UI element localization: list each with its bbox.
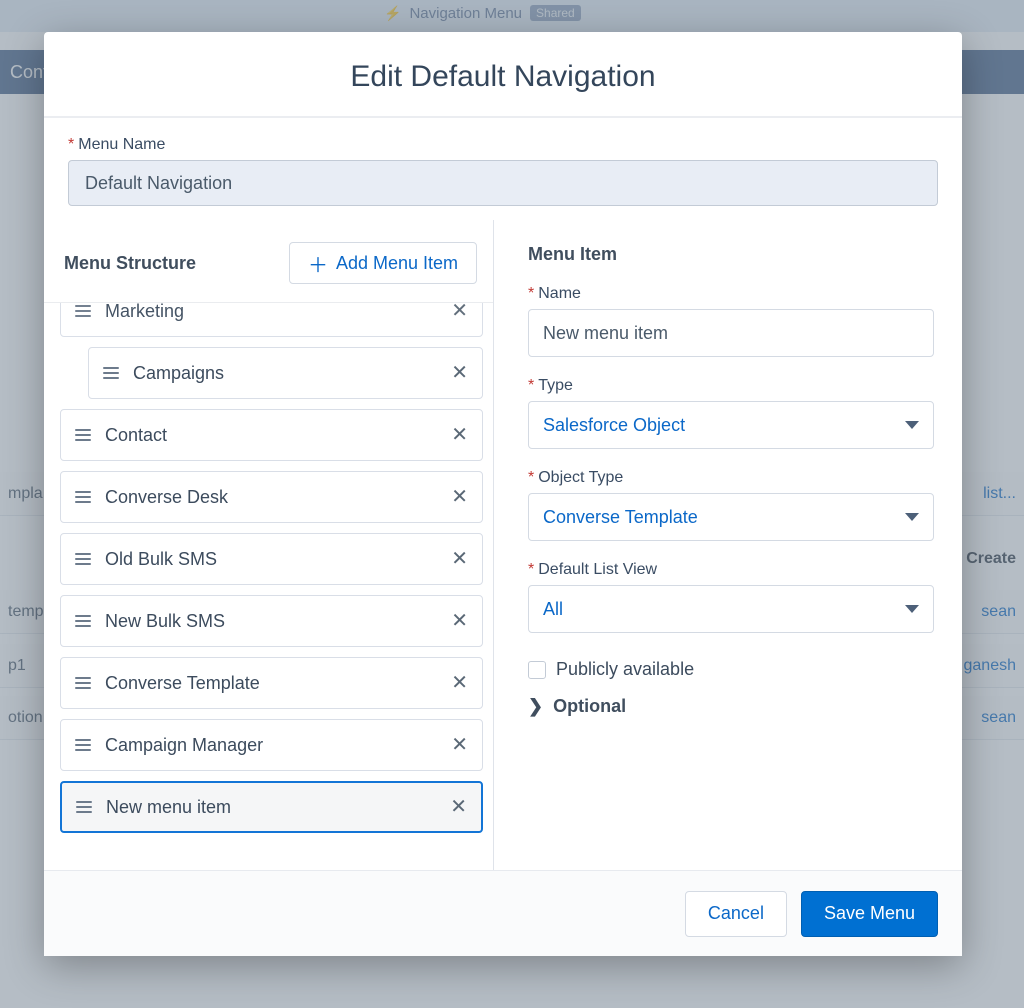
remove-item-icon[interactable]: ✕ [451,425,468,445]
menu-name-label: * Menu Name [68,136,938,154]
menu-structure-item[interactable]: New menu item ✕ [60,781,483,833]
detail-heading: Menu Item [528,244,934,265]
menu-structure-item[interactable]: Old Bulk SMS ✕ [60,533,483,585]
chevron-down-icon [905,513,919,521]
default-list-view-field: *Default List View All [528,561,934,633]
chevron-right-icon: ❯ [528,696,543,717]
menu-structure-item[interactable]: Marketing ✕ [60,303,483,337]
remove-item-icon[interactable]: ✕ [450,797,467,817]
object-type-value: Converse Template [543,507,698,528]
menu-name-label-text: Menu Name [78,136,165,154]
structure-list: Marketing✕Campaigns✕Contact✕Converse Des… [44,303,493,870]
drag-handle-icon[interactable] [75,305,91,317]
menu-structure-item-label: Converse Template [105,673,437,694]
structure-heading: Menu Structure [64,253,196,274]
modal-title: Edit Default Navigation [44,32,962,118]
menu-structure-item-label: Campaigns [133,363,437,384]
remove-item-icon[interactable]: ✕ [451,487,468,507]
menu-structure-item-label: Contact [105,425,437,446]
optional-toggle[interactable]: ❯ Optional [528,696,934,717]
object-type-field: *Object Type Converse Template [528,469,934,541]
drag-handle-icon[interactable] [103,367,119,379]
modal-footer: Cancel Save Menu [44,870,962,956]
structure-header: Menu Structure ＋ Add Menu Item [44,220,493,303]
menu-structure-item-label: New Bulk SMS [105,611,437,632]
menu-structure-item[interactable]: Converse Template ✕ [60,657,483,709]
menu-name-input[interactable] [68,160,938,206]
publicly-available-checkbox[interactable]: Publicly available [528,659,934,680]
name-label: Name [538,285,581,303]
menu-structure-item-label: Campaign Manager [105,735,437,756]
cancel-button[interactable]: Cancel [685,891,787,937]
remove-item-icon[interactable]: ✕ [451,673,468,693]
chevron-down-icon [905,421,919,429]
name-input[interactable] [528,309,934,357]
drag-handle-icon[interactable] [75,429,91,441]
name-field: *Name [528,285,934,357]
type-field: *Type Salesforce Object [528,377,934,449]
drag-handle-icon[interactable] [75,739,91,751]
edit-navigation-modal: Edit Default Navigation * Menu Name Menu… [44,32,962,956]
menu-structure-item-label: Marketing [105,303,437,322]
default-list-view-select[interactable]: All [528,585,934,633]
checkbox-box [528,661,546,679]
menu-structure-item[interactable]: Campaign Manager ✕ [60,719,483,771]
publicly-available-label: Publicly available [556,659,694,680]
drag-handle-icon[interactable] [75,615,91,627]
object-type-select[interactable]: Converse Template [528,493,934,541]
save-menu-button[interactable]: Save Menu [801,891,938,937]
remove-item-icon[interactable]: ✕ [451,549,468,569]
menu-structure-item-label: Converse Desk [105,487,437,508]
remove-item-icon[interactable]: ✕ [451,363,468,383]
plus-icon: ＋ [308,249,328,278]
type-label: Type [538,377,573,395]
drag-handle-icon[interactable] [75,553,91,565]
remove-item-icon[interactable]: ✕ [451,735,468,755]
type-value: Salesforce Object [543,415,685,436]
menu-structure-item-label: New menu item [106,797,436,818]
type-select[interactable]: Salesforce Object [528,401,934,449]
add-menu-item-label: Add Menu Item [336,253,458,274]
menu-item-detail-pane: Menu Item *Name *Type Salesforce Object … [494,220,962,870]
drag-handle-icon[interactable] [76,801,92,813]
menu-structure-item[interactable]: Contact ✕ [60,409,483,461]
add-menu-item-button[interactable]: ＋ Add Menu Item [289,242,477,284]
modal-body: Menu Structure ＋ Add Menu Item Marketing… [44,220,962,870]
chevron-down-icon [905,605,919,613]
menu-structure-item[interactable]: Campaigns ✕ [88,347,483,399]
object-type-label: Object Type [538,469,623,487]
remove-item-icon[interactable]: ✕ [451,303,468,321]
required-asterisk: * [68,136,74,154]
menu-name-field: * Menu Name [44,118,962,220]
menu-structure-item[interactable]: New Bulk SMS ✕ [60,595,483,647]
remove-item-icon[interactable]: ✕ [451,611,468,631]
menu-structure-item-label: Old Bulk SMS [105,549,437,570]
default-list-value: All [543,599,563,620]
drag-handle-icon[interactable] [75,677,91,689]
default-list-label: Default List View [538,561,657,579]
menu-structure-pane: Menu Structure ＋ Add Menu Item Marketing… [44,220,494,870]
menu-structure-item[interactable]: Converse Desk ✕ [60,471,483,523]
optional-label: Optional [553,696,626,717]
drag-handle-icon[interactable] [75,491,91,503]
